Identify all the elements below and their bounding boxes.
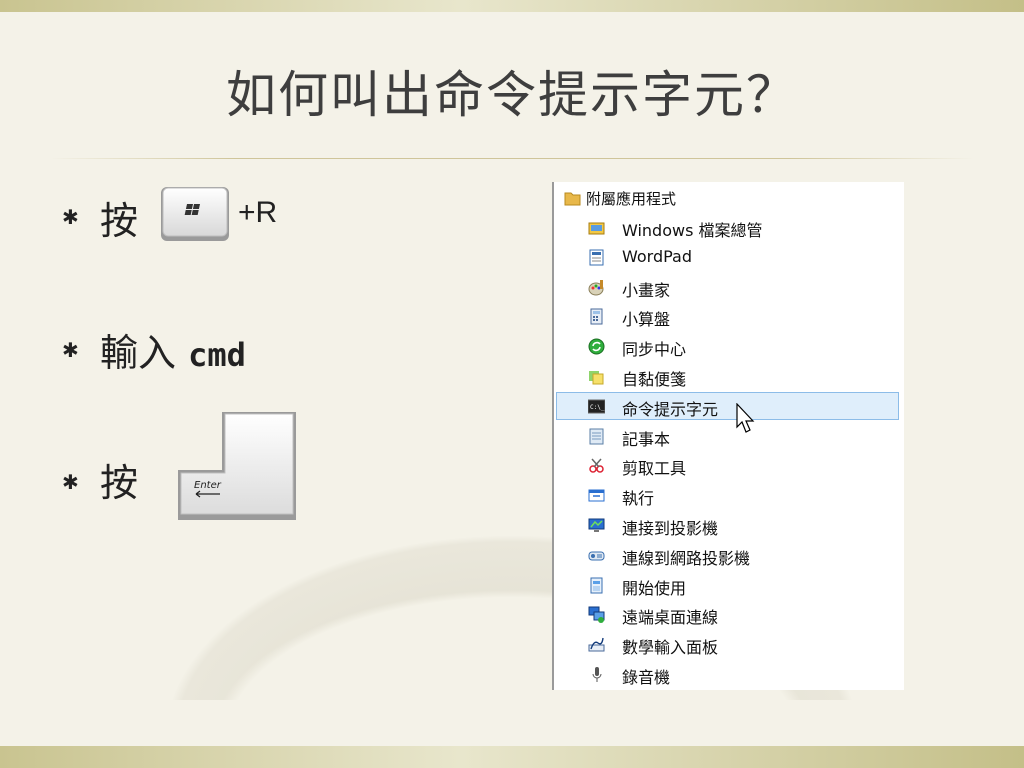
menu-item-label: 自黏便箋 <box>622 370 687 389</box>
menu-item-label: 執行 <box>622 489 655 509</box>
bullet-3-text: 按 <box>100 461 139 505</box>
menu-item[interactable]: 連接到投影機 <box>554 511 904 539</box>
enter-key-label: Enter <box>194 480 222 491</box>
bullet-marker: ✱ <box>62 470 79 494</box>
menu-item-label: 同步中心 <box>622 340 687 360</box>
menu-item-label: 小算盤 <box>622 310 671 330</box>
wordpad-icon <box>589 249 604 266</box>
bottom-decor-band <box>0 746 1024 768</box>
menu-folder-label: 附屬應用程式 <box>586 190 677 208</box>
menu-item-label: 遠端桌面連線 <box>622 608 719 628</box>
plus-r-text: +R <box>238 196 278 229</box>
cmd-code: cmd <box>188 336 246 374</box>
slide-title: 如何叫出命令提示字元？ <box>226 66 798 124</box>
top-decor-band <box>0 0 1024 12</box>
menu-item-label: 錄音機 <box>622 668 671 687</box>
projector-icon <box>588 518 605 532</box>
remote-desktop-icon <box>588 606 605 624</box>
math-input-icon <box>588 638 605 652</box>
bullet-2-text: 輸入 cmd <box>100 322 246 377</box>
menu-item[interactable]: 執行 <box>554 481 904 509</box>
menu-item-label: 開始使用 <box>622 578 687 598</box>
menu-item-label: 剪取工具 <box>622 459 687 479</box>
menu-item[interactable]: 同步中心 <box>554 332 904 360</box>
bullet-marker: ✱ <box>62 205 79 229</box>
menu-item[interactable]: 小畫家 <box>554 273 904 301</box>
folder-icon <box>564 192 581 206</box>
menu-item-label: 記事本 <box>622 429 671 449</box>
sound-recorder-icon <box>592 667 602 682</box>
mouse-pointer-icon <box>736 403 755 433</box>
accessories-menu: 附屬應用程式 Windows 檔案總管 WordPad 小畫家小算盤同步中心自黏便箋… <box>552 182 904 690</box>
svg-text:C:\_: C:\_ <box>590 404 605 411</box>
menu-item-label: 數學輸入面板 <box>622 638 719 658</box>
menu-item[interactable]: 數學輸入面板 <box>554 630 904 658</box>
menu-item[interactable]: 錄音機 <box>554 660 904 688</box>
menu-item-label: 小畫家 <box>622 280 671 300</box>
sticky-notes-icon <box>589 371 604 385</box>
sync-center-icon <box>588 338 605 355</box>
menu-item[interactable]: 自黏便箋 <box>554 362 904 390</box>
menu-item[interactable]: 連線到網路投影機 <box>554 541 904 569</box>
menu-item-label: 連線到網路投影機 <box>622 548 751 568</box>
menu-item-label: Windows 檔案總管 <box>622 221 763 240</box>
menu-item[interactable]: 小算盤 <box>554 302 904 330</box>
bullet-marker: ✱ <box>62 338 79 362</box>
menu-item-label: 命令提示字元 <box>622 399 719 419</box>
menu-folder-accessories[interactable]: 附屬應用程式 <box>554 184 904 212</box>
run-icon <box>588 489 605 502</box>
menu-item[interactable]: 記事本 <box>554 422 904 450</box>
enter-key-icon: Enter <box>178 412 296 520</box>
menu-item[interactable]: 剪取工具 <box>554 451 904 479</box>
notepad-icon <box>589 428 604 445</box>
menu-item[interactable]: WordPad <box>554 243 904 271</box>
bullet-2-label: 輸入 <box>100 331 177 375</box>
menu-item-label: WordPad <box>622 246 693 266</box>
getting-started-icon <box>590 577 603 594</box>
windows-key-icon <box>161 187 229 241</box>
explorer-icon <box>588 222 605 235</box>
menu-item-label: 連接到投影機 <box>622 519 719 538</box>
menu-item[interactable]: Windows 檔案總管 <box>554 213 904 241</box>
paint-icon <box>588 279 604 296</box>
bullet-1-text: 按 <box>100 199 139 243</box>
menu-item[interactable]: 開始使用 <box>554 571 904 599</box>
command-prompt-icon: C:\_ <box>588 399 605 414</box>
network-projector-icon <box>588 551 605 561</box>
menu-item[interactable]: C:\_ 命令提示字元 <box>556 391 899 420</box>
snipping-tool-icon <box>589 458 604 474</box>
calculator-icon <box>590 308 603 325</box>
menu-item[interactable]: 遠端桌面連線 <box>554 600 904 628</box>
title-divider <box>50 158 974 159</box>
